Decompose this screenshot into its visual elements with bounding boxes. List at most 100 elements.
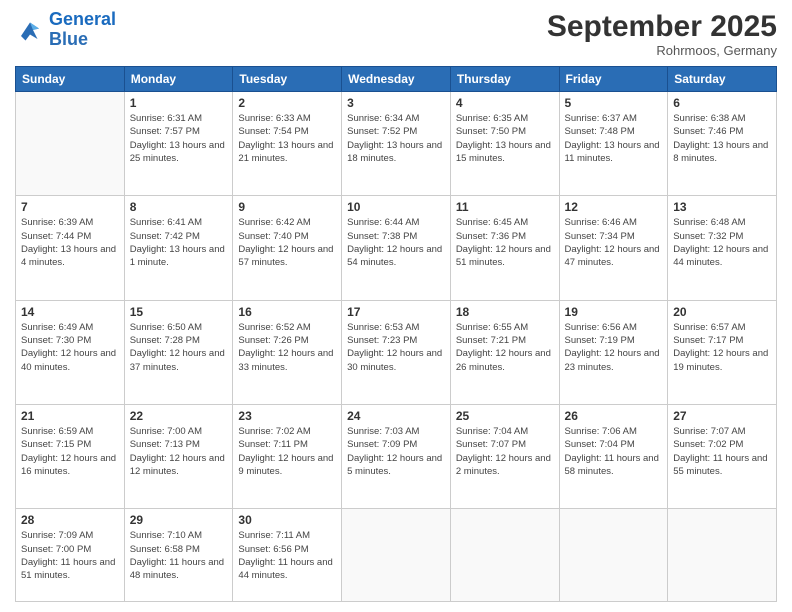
day-number: 28 (21, 513, 119, 527)
day-info: Sunrise: 7:09 AMSunset: 7:00 PMDaylight:… (21, 529, 119, 582)
table-row: 9Sunrise: 6:42 AMSunset: 7:40 PMDaylight… (233, 196, 342, 300)
title-block: September 2025 Rohrmoos, Germany (547, 10, 777, 58)
table-row: 14 Sunrise: 6:49 AMSunset: 7:30 PMDayligh… (16, 300, 125, 404)
table-row: 1 Sunrise: 6:31 AMSunset: 7:57 PMDaylight… (124, 92, 233, 196)
day-number: 10 (347, 200, 445, 214)
table-row: 16 Sunrise: 6:52 AMSunset: 7:26 PMDayligh… (233, 300, 342, 404)
table-row: 6 Sunrise: 6:38 AMSunset: 7:46 PMDaylight… (668, 92, 777, 196)
day-number: 25 (456, 409, 554, 423)
location: Rohrmoos, Germany (547, 43, 777, 58)
day-info: Sunrise: 6:55 AMSunset: 7:21 PMDaylight:… (456, 321, 554, 374)
day-number: 20 (673, 305, 771, 319)
col-friday: Friday (559, 67, 668, 92)
table-row: 5 Sunrise: 6:37 AMSunset: 7:48 PMDaylight… (559, 92, 668, 196)
day-number: 24 (347, 409, 445, 423)
page: General Blue September 2025 Rohrmoos, Ge… (0, 0, 792, 612)
day-info: Sunrise: 6:59 AMSunset: 7:15 PMDaylight:… (21, 425, 119, 478)
col-tuesday: Tuesday (233, 67, 342, 92)
day-number: 23 (238, 409, 336, 423)
table-row: 30Sunrise: 7:11 AMSunset: 6:56 PMDayligh… (233, 509, 342, 602)
day-info: Sunrise: 6:39 AMSunset: 7:44 PMDaylight:… (21, 216, 119, 269)
month-title: September 2025 (547, 10, 777, 43)
table-row: 15Sunrise: 6:50 AMSunset: 7:28 PMDayligh… (124, 300, 233, 404)
day-number: 1 (130, 96, 228, 110)
day-info: Sunrise: 6:31 AMSunset: 7:57 PMDaylight:… (130, 112, 228, 165)
table-row: 2 Sunrise: 6:33 AMSunset: 7:54 PMDaylight… (233, 92, 342, 196)
day-number: 7 (21, 200, 119, 214)
logo-general: General (49, 9, 116, 29)
col-saturday: Saturday (668, 67, 777, 92)
table-row: 22Sunrise: 7:00 AMSunset: 7:13 PMDayligh… (124, 404, 233, 508)
table-row (16, 92, 125, 196)
day-number: 18 (456, 305, 554, 319)
day-info: Sunrise: 7:04 AMSunset: 7:07 PMDaylight:… (456, 425, 554, 478)
day-info: Sunrise: 7:06 AMSunset: 7:04 PMDaylight:… (565, 425, 663, 478)
day-number: 4 (456, 96, 554, 110)
table-row (559, 509, 668, 602)
logo: General Blue (15, 10, 116, 50)
calendar-table: Sunday Monday Tuesday Wednesday Thursday… (15, 66, 777, 602)
table-row: 13Sunrise: 6:48 AMSunset: 7:32 PMDayligh… (668, 196, 777, 300)
day-info: Sunrise: 7:10 AMSunset: 6:58 PMDaylight:… (130, 529, 228, 582)
logo-bird-icon (15, 15, 45, 45)
table-row: 29Sunrise: 7:10 AMSunset: 6:58 PMDayligh… (124, 509, 233, 602)
day-number: 19 (565, 305, 663, 319)
day-number: 14 (21, 305, 119, 319)
day-number: 9 (238, 200, 336, 214)
table-row: 18 Sunrise: 6:55 AMSunset: 7:21 PMDayligh… (450, 300, 559, 404)
day-number: 21 (21, 409, 119, 423)
logo-blue: Blue (49, 29, 88, 49)
table-row: 8 Sunrise: 6:41 AMSunset: 7:42 PMDaylight… (124, 196, 233, 300)
day-number: 11 (456, 200, 554, 214)
table-row: 4Sunrise: 6:35 AMSunset: 7:50 PMDaylight… (450, 92, 559, 196)
table-row: 23Sunrise: 7:02 AMSunset: 7:11 PMDayligh… (233, 404, 342, 508)
day-number: 27 (673, 409, 771, 423)
table-row: 28 Sunrise: 7:09 AMSunset: 7:00 PMDayligh… (16, 509, 125, 602)
day-info: Sunrise: 6:41 AMSunset: 7:42 PMDaylight:… (130, 216, 228, 269)
day-number: 3 (347, 96, 445, 110)
logo-text: General Blue (49, 10, 116, 50)
table-row: 24 Sunrise: 7:03 AMSunset: 7:09 PMDayligh… (342, 404, 451, 508)
day-number: 5 (565, 96, 663, 110)
table-row: 7 Sunrise: 6:39 AMSunset: 7:44 PMDaylight… (16, 196, 125, 300)
day-number: 16 (238, 305, 336, 319)
table-row: 20 Sunrise: 6:57 AMSunset: 7:17 PMDayligh… (668, 300, 777, 404)
day-number: 12 (565, 200, 663, 214)
table-row (342, 509, 451, 602)
col-monday: Monday (124, 67, 233, 92)
table-row: 10Sunrise: 6:44 AMSunset: 7:38 PMDayligh… (342, 196, 451, 300)
day-info: Sunrise: 6:50 AMSunset: 7:28 PMDaylight:… (130, 321, 228, 374)
day-info: Sunrise: 6:45 AMSunset: 7:36 PMDaylight:… (456, 216, 554, 269)
col-sunday: Sunday (16, 67, 125, 92)
table-row: 17 Sunrise: 6:53 AMSunset: 7:23 PMDayligh… (342, 300, 451, 404)
day-info: Sunrise: 7:03 AMSunset: 7:09 PMDaylight:… (347, 425, 445, 478)
day-number: 8 (130, 200, 228, 214)
day-info: Sunrise: 6:37 AMSunset: 7:48 PMDaylight:… (565, 112, 663, 165)
day-number: 13 (673, 200, 771, 214)
table-row: 11 Sunrise: 6:45 AMSunset: 7:36 PMDayligh… (450, 196, 559, 300)
day-info: Sunrise: 6:52 AMSunset: 7:26 PMDaylight:… (238, 321, 336, 374)
table-row (668, 509, 777, 602)
day-info: Sunrise: 6:49 AMSunset: 7:30 PMDaylight:… (21, 321, 119, 374)
table-row: 27 Sunrise: 7:07 AMSunset: 7:02 PMDayligh… (668, 404, 777, 508)
day-info: Sunrise: 6:57 AMSunset: 7:17 PMDaylight:… (673, 321, 771, 374)
day-info: Sunrise: 6:46 AMSunset: 7:34 PMDaylight:… (565, 216, 663, 269)
day-number: 30 (238, 513, 336, 527)
day-info: Sunrise: 6:34 AMSunset: 7:52 PMDaylight:… (347, 112, 445, 165)
table-row: 21 Sunrise: 6:59 AMSunset: 7:15 PMDayligh… (16, 404, 125, 508)
day-info: Sunrise: 7:07 AMSunset: 7:02 PMDaylight:… (673, 425, 771, 478)
table-row: 3 Sunrise: 6:34 AMSunset: 7:52 PMDaylight… (342, 92, 451, 196)
day-number: 2 (238, 96, 336, 110)
day-info: Sunrise: 7:00 AMSunset: 7:13 PMDaylight:… (130, 425, 228, 478)
col-thursday: Thursday (450, 67, 559, 92)
table-row: 26Sunrise: 7:06 AMSunset: 7:04 PMDayligh… (559, 404, 668, 508)
table-row: 19Sunrise: 6:56 AMSunset: 7:19 PMDayligh… (559, 300, 668, 404)
day-info: Sunrise: 6:53 AMSunset: 7:23 PMDaylight:… (347, 321, 445, 374)
col-wednesday: Wednesday (342, 67, 451, 92)
day-info: Sunrise: 6:33 AMSunset: 7:54 PMDaylight:… (238, 112, 336, 165)
day-info: Sunrise: 6:38 AMSunset: 7:46 PMDaylight:… (673, 112, 771, 165)
table-row: 12 Sunrise: 6:46 AMSunset: 7:34 PMDayligh… (559, 196, 668, 300)
day-number: 6 (673, 96, 771, 110)
day-number: 17 (347, 305, 445, 319)
table-row (450, 509, 559, 602)
